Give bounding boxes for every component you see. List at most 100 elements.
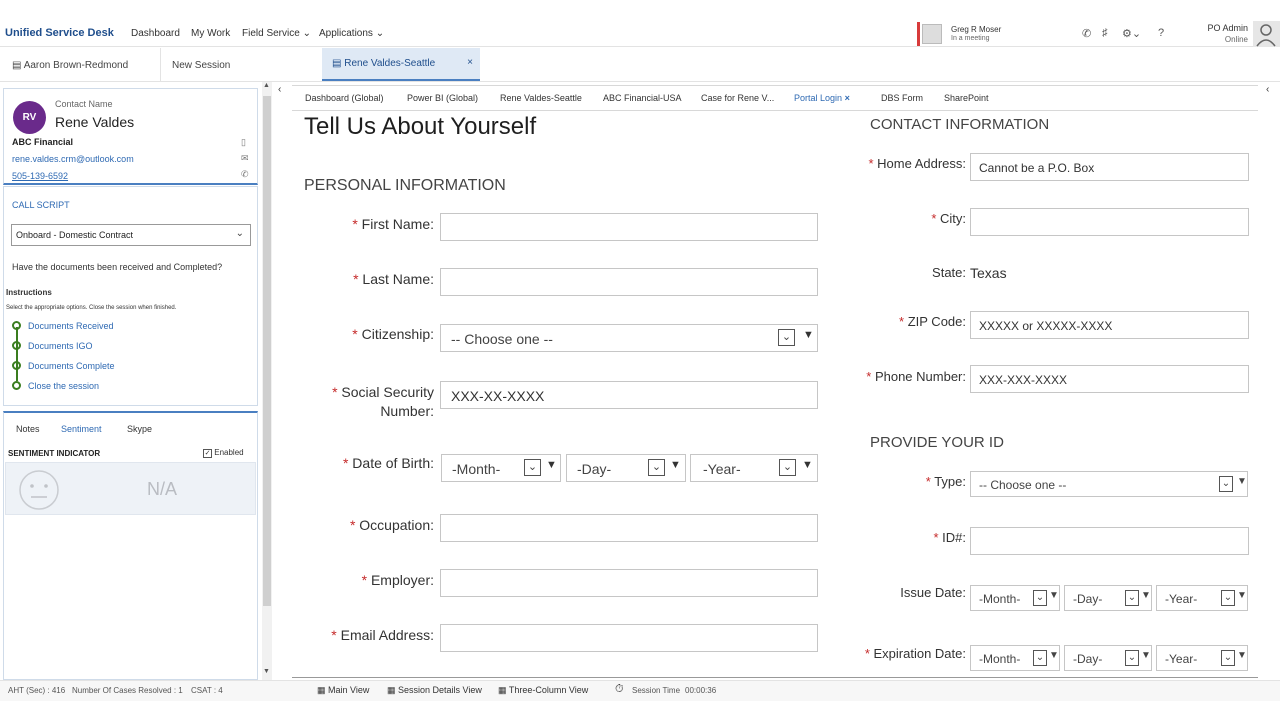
tab-power-bi[interactable]: Power BI (Global) bbox=[407, 93, 478, 103]
help-icon[interactable]: ? bbox=[1158, 27, 1164, 39]
step-documents-igo[interactable]: Documents IGO bbox=[12, 341, 93, 351]
contact-phone[interactable]: 505-139-6592 bbox=[12, 171, 68, 181]
agent-presence-card[interactable]: Greg R Moser In a meeting bbox=[917, 22, 1003, 46]
mail-icon[interactable]: ✉ bbox=[241, 153, 249, 164]
sentiment-display: N/A bbox=[5, 462, 256, 515]
phone-number-label: * Phone Number: bbox=[866, 369, 966, 384]
personal-info-heading: PERSONAL INFORMATION bbox=[304, 177, 506, 194]
zip-field[interactable]: XXXXX or XXXXX-XXXX bbox=[970, 311, 1249, 339]
tab-dashboard-global[interactable]: Dashboard (Global) bbox=[305, 93, 384, 103]
last-name-label: * Last Name: bbox=[353, 271, 434, 287]
layout-icon: ▦ bbox=[317, 685, 326, 695]
employer-field[interactable] bbox=[440, 569, 818, 597]
employer-label: * Employer: bbox=[361, 572, 434, 588]
tab-dbs-form[interactable]: DBS Form bbox=[881, 93, 923, 103]
session-tab-aaron[interactable]: ▤ Aaron Brown-Redmond bbox=[8, 48, 158, 81]
enabled-toggle[interactable]: ✓ Enabled bbox=[203, 448, 244, 458]
citizenship-label: * Citizenship: bbox=[352, 326, 434, 342]
admin-presence[interactable]: PO Admin Online bbox=[1190, 23, 1248, 44]
nav-field-service[interactable]: Field Service ⌄ bbox=[242, 28, 311, 39]
phone-number-field[interactable]: XXX-XXX-XXXX bbox=[970, 365, 1249, 393]
email-label: * Email Address: bbox=[331, 627, 434, 643]
exp-day-select[interactable]: -Day- ⌄ ▼ bbox=[1064, 645, 1152, 671]
tab-abc-financial[interactable]: ABC Financial-USA bbox=[603, 93, 682, 103]
aht-stat: AHT (Sec) : 416 bbox=[8, 686, 66, 695]
phone-icon[interactable]: ✆ bbox=[1082, 27, 1091, 40]
tab-sharepoint[interactable]: SharePoint bbox=[944, 93, 989, 103]
scrollbar-thumb[interactable] bbox=[263, 96, 271, 606]
scroll-down-icon[interactable]: ▼ bbox=[263, 668, 270, 675]
csat-stat: CSAT : 4 bbox=[191, 686, 223, 695]
call-script-title: CALL SCRIPT bbox=[12, 200, 70, 210]
scroll-up-icon[interactable]: ▲ bbox=[263, 82, 270, 89]
issue-month-select[interactable]: -Month- ⌄ ▼ bbox=[970, 585, 1060, 611]
chevron-down-icon: ⌄ bbox=[1221, 590, 1235, 606]
dropdown-arrow-icon: ▼ bbox=[1237, 590, 1247, 601]
tab-notes[interactable]: Notes bbox=[16, 424, 40, 434]
collapse-right-icon[interactable]: ‹ bbox=[1266, 84, 1269, 95]
contact-name: Rene Valdes bbox=[55, 114, 135, 130]
call-script-select[interactable]: Onboard - Domestic Contract ⌄ bbox=[11, 224, 251, 246]
tab-case[interactable]: Case for Rene V... bbox=[701, 93, 774, 103]
step-connector bbox=[16, 327, 18, 381]
three-column-view-button[interactable]: ▦ Three-Column View bbox=[498, 685, 588, 696]
layout-icon: ▦ bbox=[387, 685, 396, 695]
issue-day-select[interactable]: -Day- ⌄ ▼ bbox=[1064, 585, 1152, 611]
session-details-view-button[interactable]: ▦ Session Details View bbox=[387, 685, 482, 696]
session-tab-new[interactable]: New Session bbox=[160, 48, 310, 81]
session-tab-rene[interactable]: ▤ Rene Valdes-Seattle × bbox=[322, 48, 480, 81]
city-field[interactable] bbox=[970, 208, 1249, 236]
phone-icon[interactable]: ✆ bbox=[241, 169, 249, 180]
dob-month-select[interactable]: -Month- ⌄ ▼ bbox=[441, 454, 561, 482]
exp-month-select[interactable]: -Month- ⌄ ▼ bbox=[970, 645, 1060, 671]
citizenship-select[interactable]: -- Choose one -- ⌄ ▼ bbox=[440, 324, 818, 352]
exp-year-select[interactable]: -Year- ⌄ ▼ bbox=[1156, 645, 1248, 671]
contact-card-icon: ▤ bbox=[12, 60, 22, 71]
id-number-field[interactable] bbox=[970, 527, 1249, 555]
instructions-title: Instructions bbox=[6, 288, 52, 297]
app-brand[interactable]: Unified Service Desk bbox=[5, 27, 114, 39]
dropdown-arrow-icon: ▼ bbox=[1141, 590, 1151, 601]
ssn-field[interactable]: XXX-XX-XXXX bbox=[440, 381, 818, 409]
phone-device-icon[interactable]: ▯ bbox=[241, 137, 246, 148]
neutral-face-icon bbox=[19, 470, 59, 510]
id-type-select[interactable]: -- Choose one -- ⌄ ▼ bbox=[970, 471, 1248, 497]
close-icon[interactable]: × bbox=[845, 93, 850, 103]
dropdown-arrow-icon: ▼ bbox=[670, 459, 681, 471]
step-documents-received[interactable]: Documents Received bbox=[12, 321, 114, 331]
step-documents-complete[interactable]: Documents Complete bbox=[12, 361, 115, 371]
contact-label: Contact Name bbox=[55, 99, 113, 109]
tab-skype[interactable]: Skype bbox=[127, 424, 152, 434]
call-script-panel: CALL SCRIPT Onboard - Domestic Contract ⌄… bbox=[3, 186, 258, 406]
nav-applications[interactable]: Applications ⌄ bbox=[319, 28, 384, 39]
last-name-field[interactable] bbox=[440, 268, 818, 296]
dob-year-select[interactable]: -Year- ⌄ ▼ bbox=[690, 454, 818, 482]
main-view-button[interactable]: ▦ Main View bbox=[317, 685, 369, 696]
contact-company: ABC Financial bbox=[12, 137, 74, 147]
contact-card: RV Contact Name Rene Valdes ABC Financia… bbox=[3, 88, 258, 185]
home-address-field[interactable]: Cannot be a P.O. Box bbox=[970, 153, 1249, 181]
dob-day-select[interactable]: -Day- ⌄ ▼ bbox=[566, 454, 686, 482]
collapse-left-icon[interactable]: ‹ bbox=[278, 84, 281, 95]
close-icon[interactable]: × bbox=[467, 57, 473, 68]
dropdown-arrow-icon: ▼ bbox=[546, 459, 557, 471]
bell-icon[interactable]: ♯ bbox=[1102, 27, 1108, 39]
step-close-session[interactable]: Close the session bbox=[12, 381, 99, 391]
nav-dashboard[interactable]: Dashboard bbox=[131, 28, 180, 39]
expiration-date-label: * Expiration Date: bbox=[864, 646, 966, 661]
issue-year-select[interactable]: -Year- ⌄ ▼ bbox=[1156, 585, 1248, 611]
occupation-field[interactable] bbox=[440, 514, 818, 542]
left-panel-scrollbar[interactable]: ▲ ▼ bbox=[262, 82, 272, 680]
gear-icon[interactable]: ⚙⌄ bbox=[1122, 27, 1141, 40]
tab-sentiment[interactable]: Sentiment bbox=[61, 424, 102, 434]
chevron-down-icon: ⌄ bbox=[1125, 590, 1139, 606]
email-field[interactable] bbox=[440, 624, 818, 652]
tab-portal-login[interactable]: Portal Login × bbox=[794, 93, 850, 103]
avatar bbox=[922, 24, 942, 44]
dropdown-arrow-icon: ▼ bbox=[1237, 650, 1247, 661]
tab-rene-valdes[interactable]: Rene Valdes-Seattle bbox=[500, 93, 582, 103]
admin-avatar[interactable] bbox=[1253, 21, 1280, 47]
first-name-field[interactable] bbox=[440, 213, 818, 241]
contact-email[interactable]: rene.valdes.crm@outlook.com bbox=[12, 154, 134, 164]
nav-my-work[interactable]: My Work bbox=[191, 28, 230, 39]
